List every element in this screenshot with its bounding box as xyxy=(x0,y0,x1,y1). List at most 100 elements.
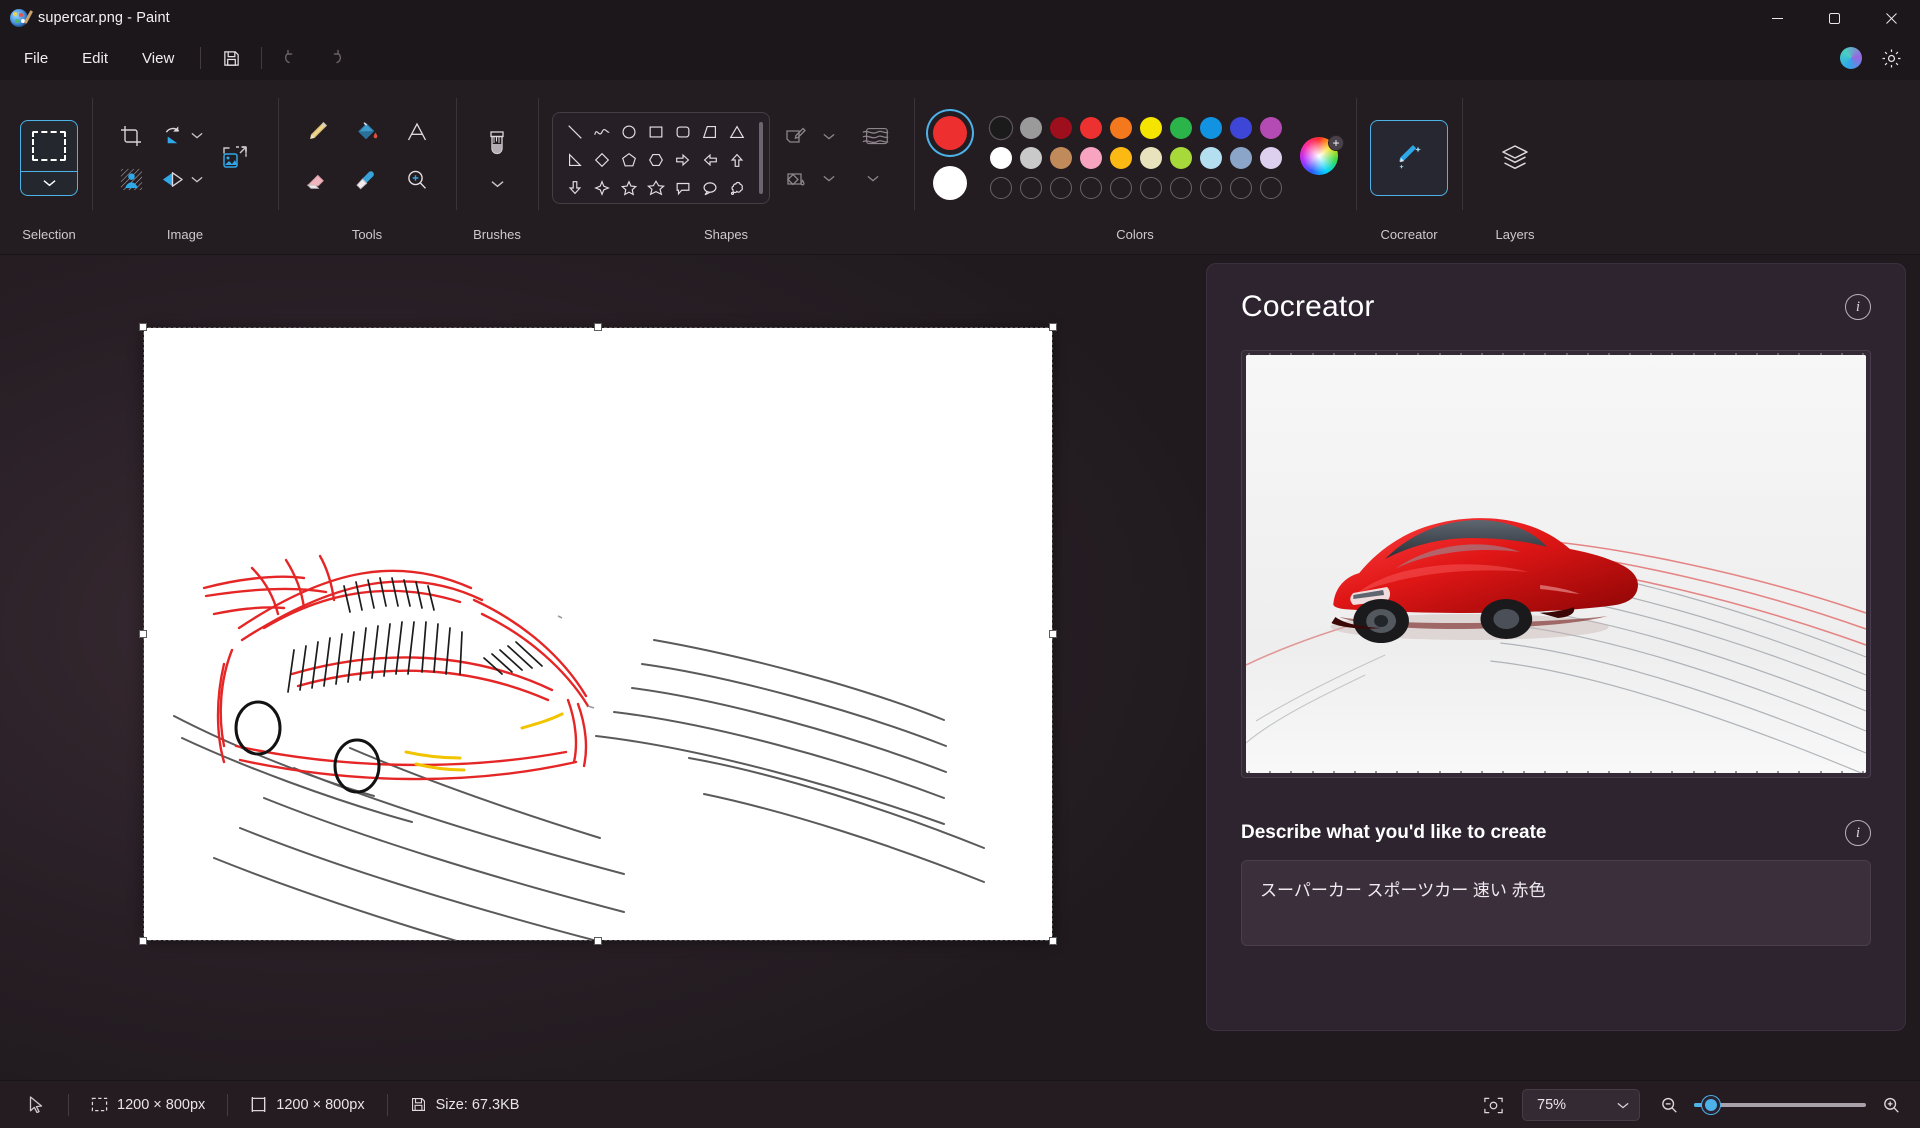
zoom-out-icon[interactable] xyxy=(1654,1090,1684,1120)
color-swatch-r2-c0[interactable] xyxy=(986,143,1016,173)
color-swatch-empty-2[interactable] xyxy=(1046,173,1076,203)
color-swatch-r1-c6[interactable] xyxy=(1166,113,1196,143)
shape-hexagon[interactable] xyxy=(642,146,669,174)
zoom-slider-track[interactable] xyxy=(1694,1096,1866,1114)
color-swatch-empty-8[interactable] xyxy=(1226,173,1256,203)
shape-style-chevron-down-icon[interactable] xyxy=(860,160,886,198)
eraser-icon[interactable] xyxy=(292,158,342,202)
shape-fill-icon[interactable] xyxy=(776,160,816,198)
primary-color-swatch[interactable] xyxy=(928,111,972,155)
canvas-selection[interactable] xyxy=(139,323,1057,993)
zoom-level-select[interactable]: 75% xyxy=(1522,1089,1640,1121)
selection-handle-se[interactable] xyxy=(1049,937,1057,945)
shape-left-arrow[interactable] xyxy=(696,146,723,174)
flip-icon[interactable] xyxy=(156,158,189,202)
shapes-gallery[interactable] xyxy=(552,111,770,204)
color-swatch-r1-c2[interactable] xyxy=(1046,113,1076,143)
selection-tool-button[interactable] xyxy=(20,119,78,196)
color-swatch-r2-c6[interactable] xyxy=(1166,143,1196,173)
shape-five-point-star[interactable] xyxy=(615,174,642,202)
color-swatch-empty-7[interactable] xyxy=(1196,173,1226,203)
canvas-area[interactable] xyxy=(0,255,1206,1080)
remove-background-icon[interactable] xyxy=(106,158,156,202)
magnifier-icon[interactable] xyxy=(392,158,442,202)
shape-pentagon[interactable] xyxy=(615,146,642,174)
shape-style-icon[interactable] xyxy=(852,118,900,156)
shape-cloud-callout[interactable] xyxy=(723,174,750,202)
menu-file[interactable]: File xyxy=(8,44,64,73)
cocreator-preview-image[interactable] xyxy=(1246,355,1866,773)
pencil-icon[interactable] xyxy=(292,110,342,154)
shape-diamond[interactable] xyxy=(588,146,615,174)
color-swatch-r1-c5[interactable] xyxy=(1136,113,1166,143)
shape-right-triangle[interactable] xyxy=(561,146,588,174)
menu-view[interactable]: View xyxy=(126,44,190,73)
selection-handle-ne[interactable] xyxy=(1049,323,1057,331)
shape-oval[interactable] xyxy=(615,118,642,146)
color-swatch-r1-c0[interactable] xyxy=(986,113,1016,143)
info-icon[interactable]: i xyxy=(1845,294,1871,320)
cocreator-button[interactable] xyxy=(1370,119,1448,196)
fill-bucket-icon[interactable] xyxy=(342,110,392,154)
shape-up-arrow[interactable] xyxy=(723,146,750,174)
minimize-button[interactable] xyxy=(1749,0,1806,36)
brushes-button[interactable] xyxy=(470,120,524,196)
color-swatch-empty-6[interactable] xyxy=(1166,173,1196,203)
rotate-dropdown-chevron-down-icon[interactable] xyxy=(189,114,206,158)
close-button[interactable] xyxy=(1863,0,1920,36)
zoom-slider[interactable] xyxy=(1654,1090,1906,1120)
shape-outline-chevron-down-icon[interactable] xyxy=(816,118,842,156)
copilot-icon[interactable] xyxy=(1834,41,1868,75)
color-swatch-empty-3[interactable] xyxy=(1076,173,1106,203)
selection-handle-nw[interactable] xyxy=(139,323,147,331)
color-palette[interactable] xyxy=(986,113,1286,203)
color-swatch-r1-c1[interactable] xyxy=(1016,113,1046,143)
shapes-scrollbar[interactable] xyxy=(759,121,763,194)
color-swatch-r2-c2[interactable] xyxy=(1046,143,1076,173)
selection-handle-w[interactable] xyxy=(139,630,147,638)
prompt-input[interactable]: スーパーカー スポーツカー 速い 赤色 xyxy=(1241,860,1871,946)
settings-gear-icon[interactable] xyxy=(1874,41,1908,75)
color-swatch-r2-c9[interactable] xyxy=(1256,143,1286,173)
color-swatch-r1-c4[interactable] xyxy=(1106,113,1136,143)
selection-handle-e[interactable] xyxy=(1049,630,1057,638)
color-swatch-r1-c7[interactable] xyxy=(1196,113,1226,143)
color-swatch-r2-c3[interactable] xyxy=(1076,143,1106,173)
color-wheel-icon[interactable]: + xyxy=(1300,134,1344,179)
eyedropper-icon[interactable] xyxy=(342,158,392,202)
save-icon[interactable] xyxy=(211,42,251,74)
color-swatch-r2-c8[interactable] xyxy=(1226,143,1256,173)
color-swatch-r1-c3[interactable] xyxy=(1076,113,1106,143)
shape-line[interactable] xyxy=(561,118,588,146)
zoom-in-icon[interactable] xyxy=(1876,1090,1906,1120)
color-swatch-empty-0[interactable] xyxy=(986,173,1016,203)
shape-rounded-rectangle[interactable] xyxy=(669,118,696,146)
shape-extra-1[interactable] xyxy=(561,202,588,203)
secondary-color-swatch[interactable] xyxy=(928,161,972,205)
layers-button[interactable] xyxy=(1476,120,1554,196)
redo-icon[interactable] xyxy=(314,42,354,74)
zoom-slider-thumb[interactable] xyxy=(1702,1096,1720,1114)
text-icon[interactable] xyxy=(392,110,442,154)
selection-handle-sw[interactable] xyxy=(139,937,147,945)
shape-triangle[interactable] xyxy=(723,118,750,146)
color-swatch-empty-1[interactable] xyxy=(1016,173,1046,203)
resize-icon[interactable] xyxy=(206,128,264,188)
selection-dropdown[interactable] xyxy=(21,170,77,195)
crop-icon[interactable] xyxy=(106,114,156,158)
shape-rectangle[interactable] xyxy=(642,118,669,146)
color-swatch-r2-c7[interactable] xyxy=(1196,143,1226,173)
color-swatch-r1-c8[interactable] xyxy=(1226,113,1256,143)
color-swatch-r2-c4[interactable] xyxy=(1106,143,1136,173)
shape-extra-2[interactable] xyxy=(588,202,615,203)
shape-right-trapezoid[interactable] xyxy=(696,118,723,146)
add-color-badge[interactable]: + xyxy=(1328,134,1344,151)
color-swatch-empty-4[interactable] xyxy=(1106,173,1136,203)
shape-rounded-callout[interactable] xyxy=(669,174,696,202)
undo-icon[interactable] xyxy=(272,42,312,74)
shape-down-arrow[interactable] xyxy=(561,174,588,202)
shape-outline-icon[interactable] xyxy=(776,118,816,156)
maximize-button[interactable] xyxy=(1806,0,1863,36)
menu-edit[interactable]: Edit xyxy=(66,44,124,73)
shape-oval-callout[interactable] xyxy=(696,174,723,202)
